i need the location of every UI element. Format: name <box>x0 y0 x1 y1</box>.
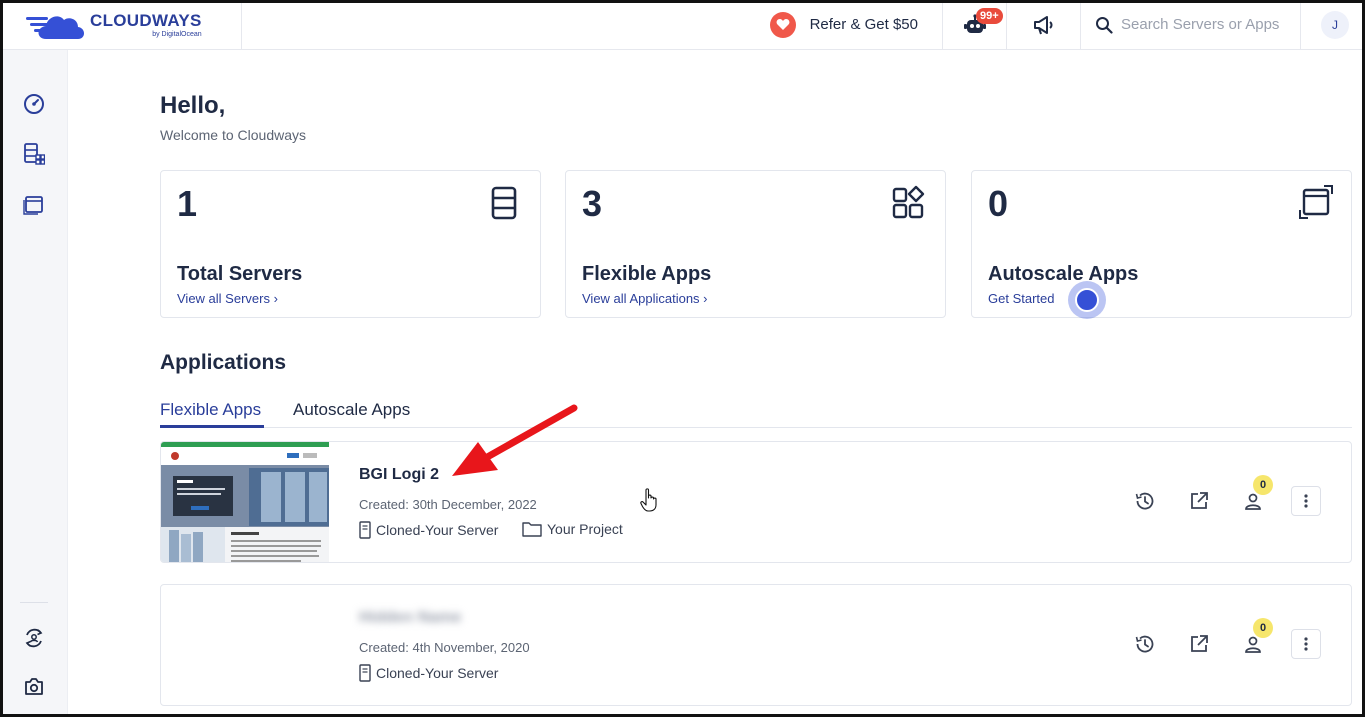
search-box[interactable] <box>1081 0 1301 50</box>
brand-name: CLOUDWAYS <box>90 10 202 30</box>
get-started-link[interactable]: Get Started <box>988 291 1054 306</box>
collaborators-button[interactable]: 0 <box>1241 618 1273 656</box>
app-name[interactable]: BGI Logi 2 <box>359 466 439 484</box>
tab-flexible-apps[interactable]: Flexible Apps <box>160 400 261 420</box>
stat-title: Flexible Apps <box>582 263 712 285</box>
app-server[interactable]: Cloned-Your Server <box>359 664 498 682</box>
more-options-button[interactable] <box>1291 486 1321 516</box>
external-link-icon[interactable] <box>1187 489 1211 513</box>
hand-cursor-icon <box>640 488 657 512</box>
collaborators-button[interactable]: 0 <box>1241 475 1273 513</box>
external-link-icon[interactable] <box>1187 632 1211 656</box>
applications-icon[interactable] <box>22 192 46 216</box>
view-all-servers-link[interactable]: View all Servers › <box>177 291 278 306</box>
refer-label: Refer & Get $50 <box>809 16 918 33</box>
more-options-button[interactable] <box>1291 629 1321 659</box>
dashboard-icon[interactable] <box>22 92 46 116</box>
search-input[interactable] <box>1121 16 1291 33</box>
app-created-date: Created: 4th November, 2020 <box>359 640 530 655</box>
app-card[interactable]: Hidden Name Created: 4th November, 2020 … <box>160 584 1352 706</box>
applications-heading: Applications <box>160 351 287 374</box>
sidebar <box>0 50 68 717</box>
annotation-arrow-icon <box>452 404 578 476</box>
server-small-icon <box>359 664 371 682</box>
server-small-icon <box>359 521 371 539</box>
avatar[interactable]: J <box>1321 10 1349 39</box>
cloud-logo-icon <box>26 15 84 39</box>
top-bar: CLOUDWAYS by DigitalOcean Refer & Get $5… <box>0 0 1365 50</box>
view-all-applications-link[interactable]: View all Applications › <box>582 291 708 306</box>
brand-sub: by DigitalOcean <box>152 30 202 38</box>
app-server-label: Cloned-Your Server <box>376 665 499 681</box>
stat-count: 0 <box>988 183 1009 224</box>
sidebar-divider <box>20 602 48 603</box>
app-server[interactable]: Cloned-Your Server <box>359 521 498 539</box>
history-icon[interactable] <box>1133 632 1157 656</box>
app-created-date: Created: 30th December, 2022 <box>359 497 537 512</box>
folder-icon <box>522 522 542 537</box>
collaborator-count-badge: 0 <box>1253 475 1273 495</box>
app-name[interactable]: Hidden Name <box>359 609 461 627</box>
stat-card-servers: 1 Total Servers View all Servers › <box>160 170 541 318</box>
app-card[interactable]: BGI Logi 2 Created: 30th December, 2022 … <box>160 441 1352 563</box>
apps-grid-icon <box>892 185 925 219</box>
applications-tabs: Flexible Apps Autoscale Apps <box>160 396 1352 428</box>
announcements-button[interactable] <box>1007 0 1081 50</box>
tab-autoscale-apps[interactable]: Autoscale Apps <box>293 400 410 420</box>
active-tab-indicator <box>160 425 264 428</box>
app-project[interactable]: Your Project <box>522 521 623 537</box>
app-server-label: Cloned-Your Server <box>376 522 499 538</box>
stat-count: 3 <box>582 183 603 224</box>
autoscale-icon <box>1299 185 1333 219</box>
greeting-subtitle: Welcome to Cloudways <box>160 127 307 143</box>
app-thumbnail <box>161 585 329 705</box>
stat-card-autoscale-apps: 0 Autoscale Apps Get Started <box>971 170 1352 319</box>
click-indicator <box>1068 281 1106 319</box>
history-icon[interactable] <box>1133 489 1157 513</box>
kebab-menu-icon <box>1304 494 1308 508</box>
stat-card-flexible-apps: 3 Flexible Apps View all Applications › <box>565 170 946 318</box>
stat-title: Autoscale Apps <box>988 263 1139 285</box>
refer-button[interactable]: Refer & Get $50 <box>744 0 943 50</box>
brand-logo[interactable]: CLOUDWAYS by DigitalOcean <box>0 0 242 50</box>
greeting-title: Hello, <box>160 92 226 119</box>
collaborator-count-badge: 0 <box>1253 618 1273 638</box>
app-actions: 0 <box>1103 475 1321 516</box>
app-thumbnail <box>161 442 329 562</box>
app-project-label: Your Project <box>547 521 623 537</box>
stat-count: 1 <box>177 183 198 224</box>
heart-icon <box>769 11 796 38</box>
search-icon <box>1096 16 1113 34</box>
notifications-badge: 99+ <box>976 7 1003 24</box>
megaphone-icon <box>1033 15 1052 34</box>
stat-title: Total Servers <box>177 263 303 285</box>
notifications-button[interactable]: 99+ <box>943 0 1007 50</box>
main-content: Hello, Welcome to Cloudways 1 Total Serv… <box>68 50 1365 717</box>
server-icon <box>491 186 517 220</box>
sync-user-icon[interactable] <box>22 626 46 650</box>
app-actions: 0 <box>1103 618 1321 659</box>
settings-icon[interactable] <box>22 674 46 698</box>
servers-apps-icon[interactable] <box>22 142 46 166</box>
kebab-menu-icon <box>1304 637 1308 651</box>
